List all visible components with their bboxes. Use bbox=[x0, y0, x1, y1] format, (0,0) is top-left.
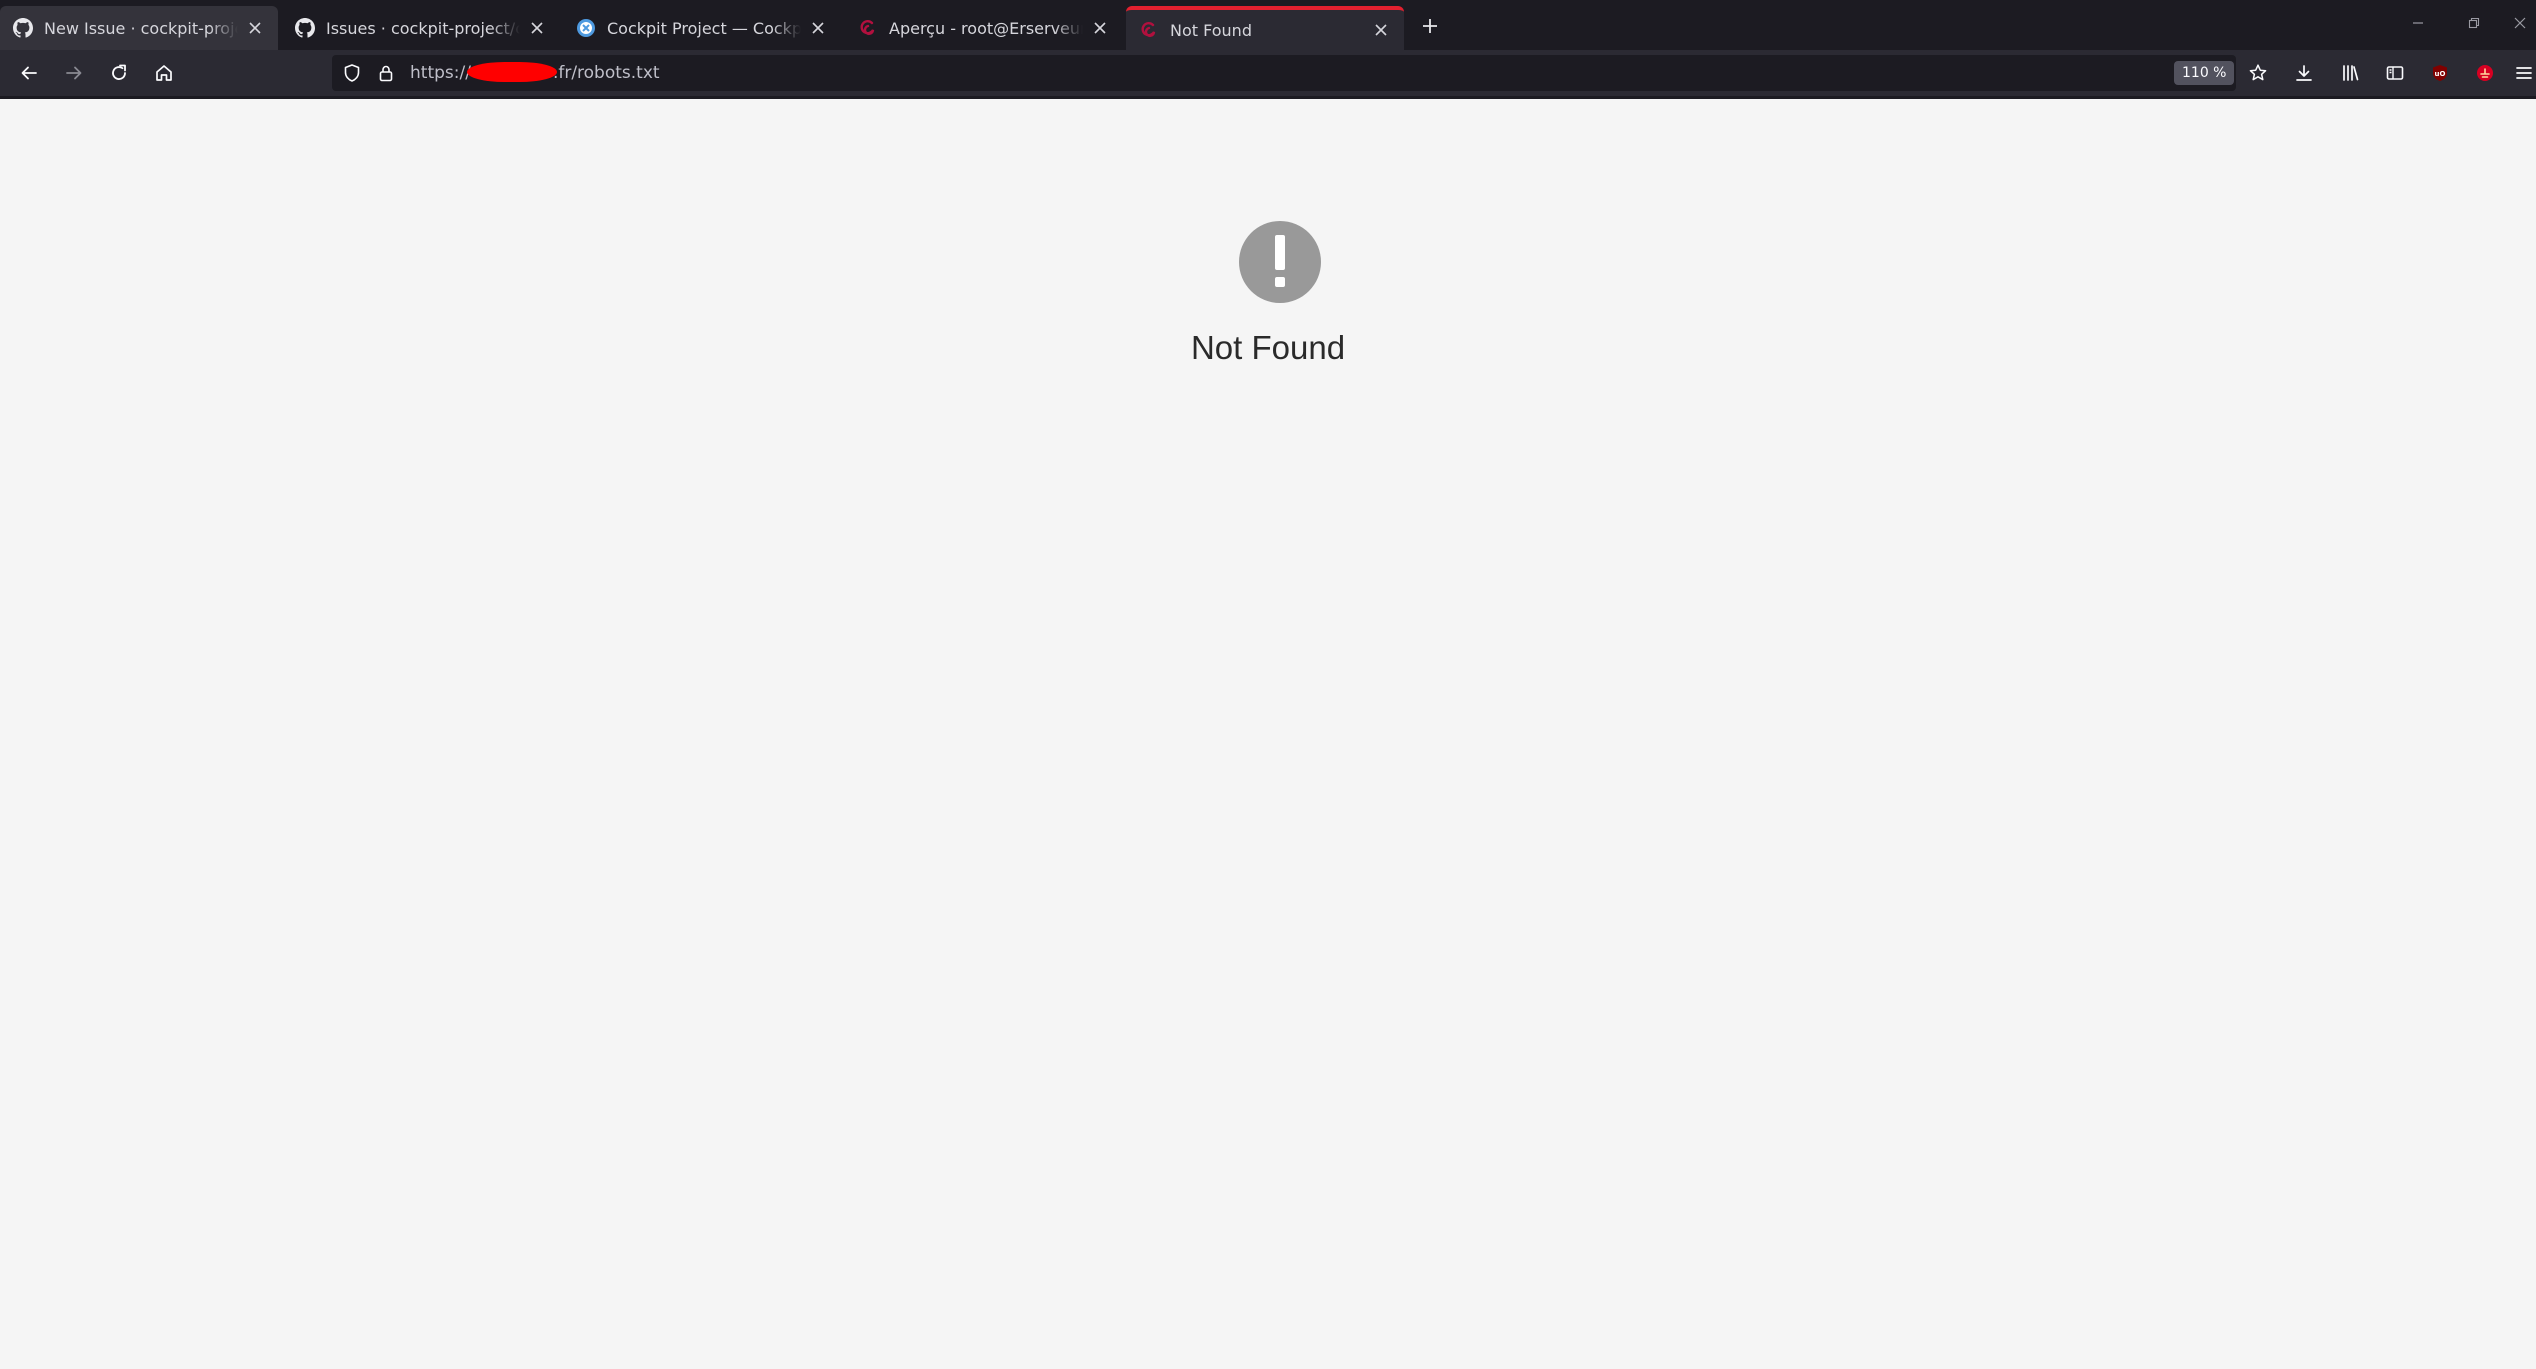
url-scheme: https:// bbox=[410, 63, 471, 83]
arrow-left-icon bbox=[21, 66, 37, 80]
tab-cockpit-project[interactable]: Cockpit Project — Cockpit Project bbox=[563, 6, 841, 50]
library-button[interactable] bbox=[2334, 57, 2366, 89]
home-icon bbox=[156, 65, 172, 81]
home-button[interactable] bbox=[148, 57, 180, 89]
close-window-icon bbox=[2514, 17, 2526, 29]
tab-apercu[interactable]: Aperçu - root@Erserveur bbox=[845, 6, 1123, 50]
lock-icon[interactable] bbox=[376, 63, 396, 87]
menu-button[interactable] bbox=[2512, 57, 2536, 89]
svg-text:uO: uO bbox=[2435, 70, 2446, 78]
tracking-shield-icon[interactable] bbox=[342, 63, 362, 87]
ublock-origin-icon: uO bbox=[2433, 65, 2447, 81]
close-icon[interactable] bbox=[526, 17, 548, 39]
library-icon bbox=[2343, 65, 2359, 81]
browser-window: New Issue · cockpit-project/cockpit Issu… bbox=[0, 0, 2536, 1369]
tab-label: Issues · cockpit-project/cockpit bbox=[326, 18, 520, 38]
plus-icon bbox=[1423, 19, 1437, 33]
back-button[interactable] bbox=[13, 57, 45, 89]
github-icon bbox=[294, 17, 316, 39]
hamburger-menu-icon bbox=[2516, 67, 2532, 79]
new-tab-button[interactable] bbox=[1414, 10, 1446, 42]
tab-label: New Issue · cockpit-project/cockpit bbox=[44, 18, 238, 38]
ublock-origin-button[interactable]: uO bbox=[2424, 57, 2456, 89]
close-icon[interactable] bbox=[244, 17, 266, 39]
debian-swirl-icon bbox=[1138, 19, 1160, 41]
page-content: Not Found bbox=[0, 99, 2536, 1369]
url-redaction-mark bbox=[466, 62, 557, 82]
close-window-button[interactable] bbox=[2500, 8, 2536, 38]
navigation-toolbar: https:// .fr/robots.txt 110 % uO bbox=[0, 50, 2536, 96]
github-icon bbox=[12, 17, 34, 39]
reload-icon bbox=[112, 64, 126, 80]
bookmark-star-icon[interactable] bbox=[2248, 63, 2268, 87]
restore-button[interactable] bbox=[2454, 8, 2494, 38]
tab-not-found[interactable]: Not Found bbox=[1126, 6, 1404, 50]
minimize-button[interactable] bbox=[2398, 8, 2438, 38]
close-icon[interactable] bbox=[1370, 19, 1392, 41]
sidebar-button[interactable] bbox=[2379, 57, 2411, 89]
downloads-button[interactable] bbox=[2288, 57, 2320, 89]
url-text[interactable]: https:// .fr/robots.txt bbox=[410, 55, 660, 91]
forward-button[interactable] bbox=[58, 57, 90, 89]
url-path: .fr/robots.txt bbox=[552, 63, 660, 83]
extension-button[interactable] bbox=[2469, 57, 2501, 89]
tab-label: Aperçu - root@Erserveur bbox=[889, 18, 1083, 38]
cockpit-icon bbox=[575, 17, 597, 39]
tab-issues[interactable]: Issues · cockpit-project/cockpit bbox=[282, 6, 560, 50]
debian-swirl-icon bbox=[857, 17, 879, 39]
download-icon bbox=[2296, 65, 2312, 81]
extension-icon bbox=[2477, 65, 2493, 81]
exclamation-circle-icon bbox=[1239, 221, 1321, 303]
zoom-indicator[interactable]: 110 % bbox=[2174, 61, 2235, 85]
tab-strip: New Issue · cockpit-project/cockpit Issu… bbox=[0, 0, 2536, 50]
reload-button[interactable] bbox=[103, 57, 135, 89]
minimize-icon bbox=[2413, 22, 2423, 24]
close-icon[interactable] bbox=[1089, 17, 1111, 39]
close-icon[interactable] bbox=[807, 17, 829, 39]
arrow-right-icon bbox=[66, 66, 82, 80]
page-title: Not Found bbox=[1190, 329, 1346, 366]
tab-label: Not Found bbox=[1170, 20, 1252, 40]
url-bar[interactable]: https:// .fr/robots.txt 110 % bbox=[332, 55, 2267, 91]
tab-new-issue[interactable]: New Issue · cockpit-project/cockpit bbox=[0, 6, 278, 50]
tab-label: Cockpit Project — Cockpit Project bbox=[607, 18, 801, 38]
sidebar-icon bbox=[2386, 66, 2404, 80]
restore-icon bbox=[2468, 17, 2480, 29]
